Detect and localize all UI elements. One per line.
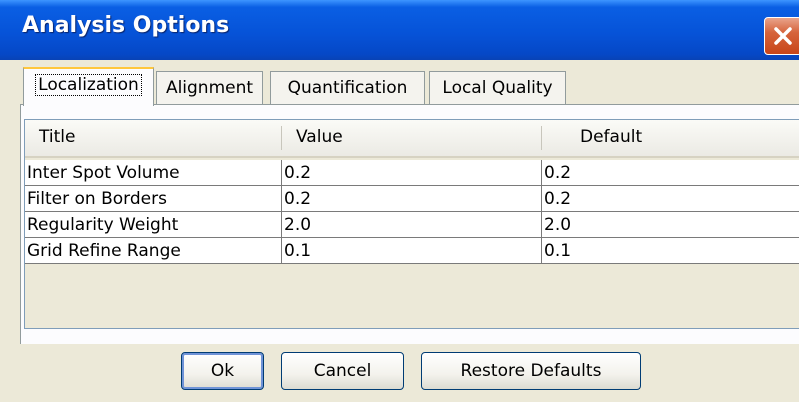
column-header-default[interactable]: Default (542, 120, 799, 156)
table-row[interactable]: Regularity Weight 2.0 2.0 (25, 212, 799, 238)
dialog-window: Analysis Options Localization Alignment … (0, 0, 799, 402)
window-title: Analysis Options (22, 13, 230, 38)
cell-title: Inter Spot Volume (25, 160, 282, 186)
tab-quantification[interactable]: Quantification (270, 71, 425, 105)
tab-local-quality[interactable]: Local Quality (429, 71, 566, 105)
tab-label: Local Quality (442, 78, 553, 98)
cell-value[interactable]: 2.0 (282, 212, 542, 238)
ok-button[interactable]: Ok (181, 352, 264, 390)
cancel-button[interactable]: Cancel (281, 352, 404, 390)
cell-default: 0.1 (542, 238, 799, 264)
button-bar: Ok Cancel Restore Defaults (0, 344, 799, 402)
column-header-title[interactable]: Title (25, 120, 281, 156)
cell-default: 0.2 (542, 186, 799, 212)
cell-value[interactable]: 0.2 (282, 186, 542, 212)
close-button[interactable] (764, 17, 799, 55)
column-header-value[interactable]: Value (282, 120, 541, 156)
tab-localization[interactable]: Localization (23, 67, 154, 106)
close-icon (774, 27, 792, 45)
tab-panel: Title Value Default Inter Spot Volume 0.… (20, 104, 799, 344)
table-header: Title Value Default (25, 120, 799, 158)
cell-title: Grid Refine Range (25, 238, 282, 264)
cell-title: Filter on Borders (25, 186, 282, 212)
cell-value[interactable]: 0.1 (282, 238, 542, 264)
cell-default: 2.0 (542, 212, 799, 238)
cell-title: Regularity Weight (25, 212, 282, 238)
table-row[interactable]: Inter Spot Volume 0.2 0.2 (25, 160, 799, 186)
tab-label: Alignment (165, 78, 254, 98)
restore-defaults-button[interactable]: Restore Defaults (421, 352, 641, 390)
options-table: Title Value Default Inter Spot Volume 0.… (24, 119, 799, 329)
tab-label: Quantification (287, 78, 408, 98)
table-row[interactable]: Filter on Borders 0.2 0.2 (25, 186, 799, 212)
cell-default: 0.2 (542, 160, 799, 186)
tab-alignment[interactable]: Alignment (156, 71, 263, 105)
title-bar[interactable]: Analysis Options (0, 0, 799, 60)
table-row[interactable]: Grid Refine Range 0.1 0.1 (25, 238, 799, 264)
tab-label: Localization (35, 74, 142, 96)
cell-value[interactable]: 0.2 (282, 160, 542, 186)
